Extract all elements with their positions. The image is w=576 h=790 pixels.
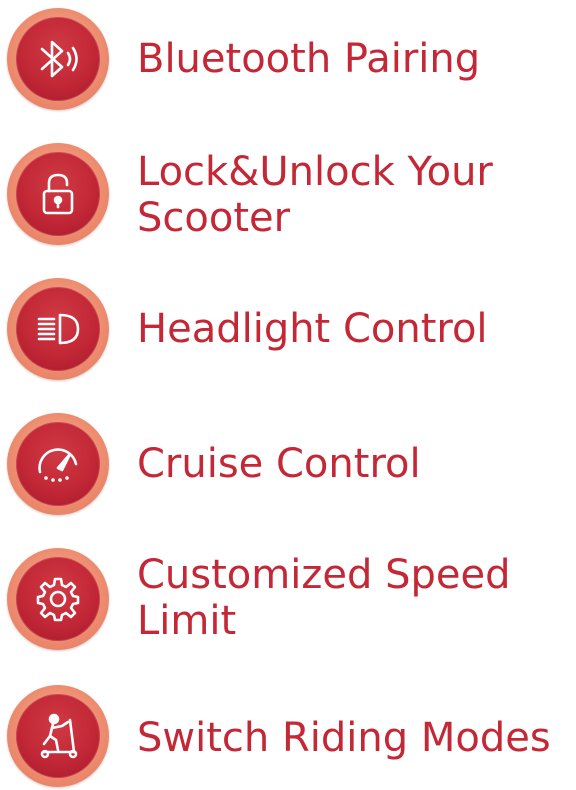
scooter-rider-badge — [7, 685, 109, 787]
padlock-icon — [42, 173, 74, 215]
gear-badge — [7, 548, 109, 650]
feature-label: Cruise Control — [137, 441, 421, 487]
feature-lock-unlock: Lock&Unlock Your Scooter — [0, 143, 576, 253]
feature-label: Lock&Unlock Your Scooter — [137, 149, 493, 241]
headlight-icon — [37, 313, 80, 345]
feature-headlight-control: Headlight Control — [0, 278, 576, 380]
bluetooth-icon — [40, 40, 78, 78]
feature-label: Headlight Control — [137, 306, 488, 352]
feature-customized-speed-limit: Customized Speed Limit — [0, 548, 576, 658]
feature-switch-riding-modes: Switch Riding Modes — [0, 685, 576, 787]
feature-label: Switch Riding Modes — [137, 715, 551, 761]
speedometer-badge — [7, 413, 109, 515]
feature-label: Bluetooth Pairing — [137, 36, 481, 82]
feature-bluetooth-pairing: Bluetooth Pairing — [0, 8, 576, 110]
feature-label: Customized Speed Limit — [137, 552, 511, 644]
feature-cruise-control: Cruise Control — [0, 413, 576, 515]
speedometer-icon — [38, 448, 78, 482]
scooter-rider-icon — [40, 713, 78, 759]
bluetooth-badge — [7, 8, 109, 110]
gear-icon — [36, 577, 80, 622]
padlock-badge — [7, 143, 109, 245]
headlight-badge — [7, 278, 109, 380]
